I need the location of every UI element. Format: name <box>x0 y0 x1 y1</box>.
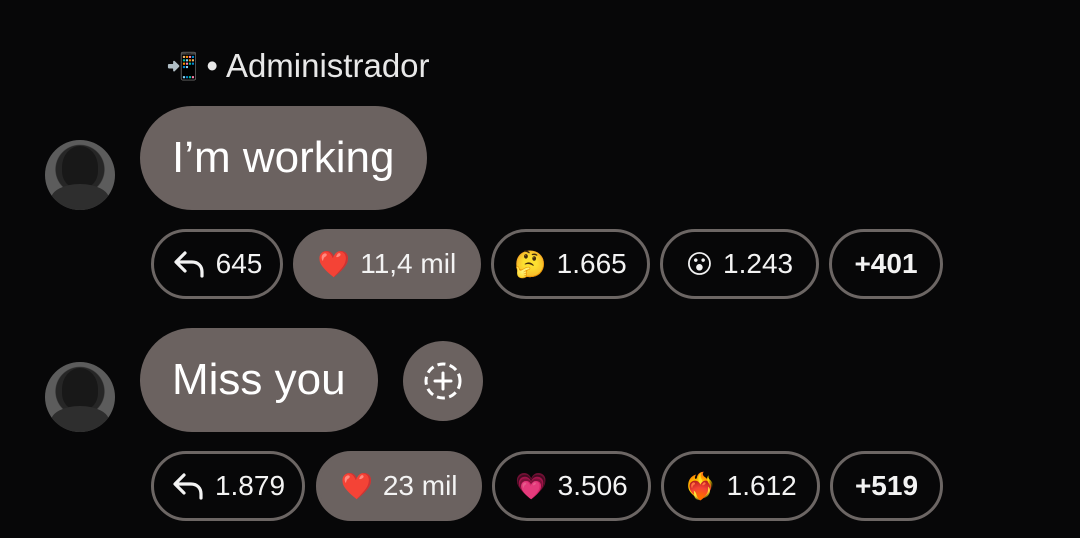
reply-button[interactable]: 645 <box>151 229 283 299</box>
red-heart-icon: ❤️ <box>340 471 373 501</box>
thinking-face-icon: 🤔 <box>514 249 547 279</box>
reaction-count: 1.243 <box>723 248 794 279</box>
reaction-chip-surprised[interactable]: 😮 1.243 <box>660 229 819 299</box>
reply-arrow-icon <box>174 251 204 278</box>
reaction-count: 1.665 <box>556 248 627 279</box>
reaction-chip-heart-on-fire[interactable]: ❤️‍🔥 1.612 <box>661 451 820 521</box>
reaction-chip-thinking[interactable]: 🤔 1.665 <box>491 229 650 299</box>
avatar[interactable] <box>45 362 115 432</box>
reply-count: 645 <box>215 248 263 279</box>
more-reactions-count: +401 <box>854 248 918 279</box>
more-reactions-count: +519 <box>854 470 919 501</box>
more-reactions-button[interactable]: +519 <box>830 451 943 521</box>
message-bubble[interactable]: I’m working <box>140 106 427 210</box>
more-reactions-button[interactable]: +401 <box>829 229 943 299</box>
heart-on-fire-icon: ❤️‍🔥 <box>684 471 717 501</box>
reaction-chip-heart[interactable]: ❤️ 23 mil <box>316 451 482 521</box>
reaction-chip-growing-heart[interactable]: 💗 3.506 <box>492 451 651 521</box>
reaction-count: 11,4 mil <box>360 248 457 279</box>
reply-arrow-icon <box>173 473 203 500</box>
sender-header: 📲 • Administrador <box>166 44 430 88</box>
message-text: I’m working <box>172 133 395 182</box>
growing-heart-icon: 💗 <box>515 471 548 501</box>
message-text: Miss you <box>172 355 346 404</box>
avatar[interactable] <box>45 140 115 210</box>
add-reaction-icon <box>424 362 462 400</box>
separator-dot: • <box>206 47 218 84</box>
reaction-count: 1.612 <box>726 470 797 501</box>
reaction-chip-heart[interactable]: ❤️ 11,4 mil <box>293 229 481 299</box>
reply-button[interactable]: 1.879 <box>151 451 305 521</box>
red-heart-icon: ❤️ <box>317 249 351 279</box>
sender-role: Administrador <box>225 47 430 84</box>
add-reaction-button[interactable] <box>403 341 483 421</box>
message-bubble[interactable]: Miss you <box>140 328 378 432</box>
reply-count: 1.879 <box>214 470 286 501</box>
surprised-face-icon: 😮 <box>685 249 714 279</box>
mobile-phone-arrow-icon: 📲 <box>166 50 199 81</box>
reaction-count: 3.506 <box>557 470 628 501</box>
reaction-count: 23 mil <box>382 470 458 501</box>
